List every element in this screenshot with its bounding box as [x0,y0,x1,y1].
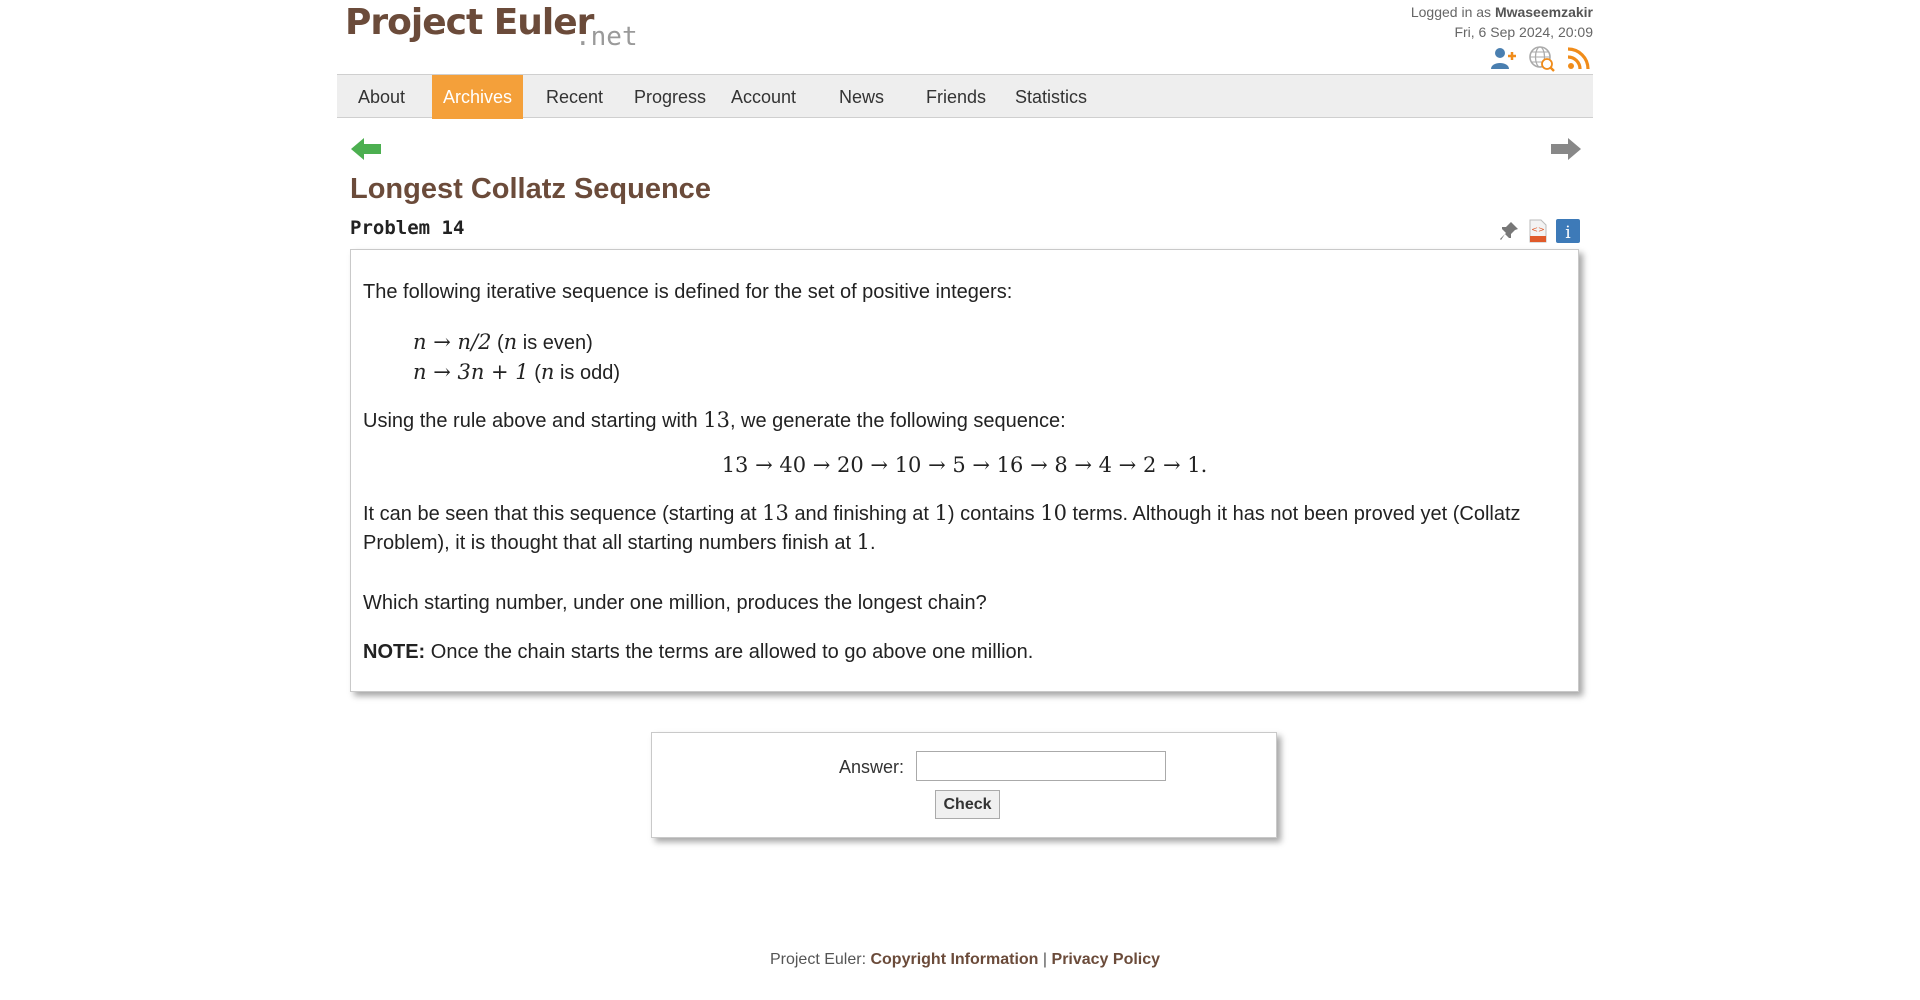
footer-separator: | [1042,951,1048,968]
problem-title: Longest Collatz Sequence [350,173,711,205]
pin-icon[interactable] [1498,220,1520,247]
next-problem-arrow-icon[interactable] [1549,135,1583,163]
privacy-policy-link[interactable]: Privacy Policy [1052,951,1161,968]
rule2-condition: is odd [559,362,614,384]
main-nav: About Archives Recent Progress Account N… [337,74,1593,119]
info-icon[interactable]: i [1556,219,1580,248]
problem-number: Problem 14 [350,217,465,239]
problem-intro: The following iterative sequence is defi… [363,281,1013,303]
rule2-expression: n → 3n + 1 [413,360,529,384]
previous-problem-arrow-icon[interactable] [349,135,383,163]
rule-odd: n → 3n + 1 (n is odd) [413,360,621,384]
logo-text: Project Euler [345,2,594,43]
problem-question: Which starting number, under one million… [363,592,987,614]
username[interactable]: Mwaseemzakir [1495,4,1593,20]
header: Project Euler .net Logged in as Mwaseemz… [337,0,1593,74]
html-file-icon[interactable]: <> [1528,219,1548,248]
svg-text:<>: <> [1531,225,1544,234]
svg-text:i: i [1565,223,1571,243]
current-datetime: Fri, 6 Sep 2024, 20:09 [1454,24,1593,40]
note-label: NOTE: [363,641,426,663]
problem-note: NOTE: Once the chain starts the terms ar… [363,638,1566,666]
logo-net-text: .net [575,22,638,52]
logged-in-prefix: Logged in as [1410,4,1492,20]
using-rule-text: Using the rule above and starting with 1… [363,408,1066,432]
footer: Project Euler: Copyright Information | P… [337,951,1593,969]
answer-label: Answer: [839,757,905,777]
header-icons [1489,44,1593,72]
copyright-link[interactable]: Copyright Information [870,951,1038,968]
rule1-condition: is even [522,332,587,354]
problem-content: The following iterative sequence is defi… [350,249,1579,692]
seen-text: It can be seen that this sequence (start… [363,501,1521,554]
logged-in-line: Logged in as Mwaseemzakir [1411,2,1593,22]
page-container: Project Euler .net Logged in as Mwaseemz… [337,0,1593,1000]
collatz-sequence: 13 → 40 → 20 → 10 → 5 → 16 → 8 → 4 → 2 →… [721,453,1208,477]
user-info: Logged in as Mwaseemzakir Fri, 6 Sep 202… [1411,2,1593,42]
nav-account[interactable]: Account [731,75,796,119]
nav-friends[interactable]: Friends [926,75,986,119]
nav-archives[interactable]: Archives [432,75,524,119]
check-button[interactable]: Check [935,790,1000,819]
translate-globe-icon[interactable] [1527,44,1555,72]
nav-progress[interactable]: Progress [634,75,706,119]
note-text: Once the chain starts the terms are allo… [430,641,1034,663]
answer-input[interactable] [916,751,1166,781]
footer-prefix: Project Euler: [769,951,867,968]
nav-recent[interactable]: Recent [546,75,603,119]
answer-form: Answer: Check [651,732,1277,838]
add-friend-icon[interactable] [1489,44,1517,72]
rss-icon[interactable] [1565,44,1593,72]
problem-icons: <> i [1498,219,1580,248]
nav-news[interactable]: News [839,75,884,119]
nav-about[interactable]: About [358,75,405,119]
nav-statistics[interactable]: Statistics [1015,75,1087,119]
rule1-expression: n → n/2 [413,330,492,354]
rule-even: n → n/2 (n is even) [413,330,593,354]
